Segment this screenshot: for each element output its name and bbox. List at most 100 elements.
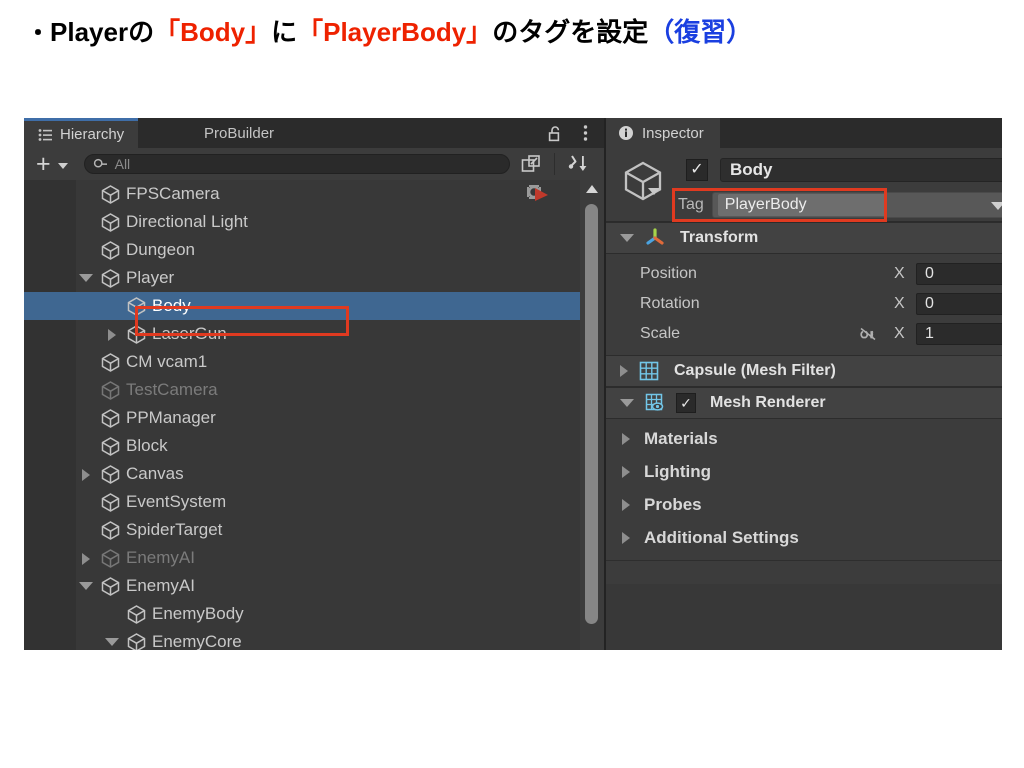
chevron-right-icon[interactable] bbox=[622, 498, 630, 511]
component-title: Mesh Renderer bbox=[710, 394, 826, 411]
lock-open-icon[interactable] bbox=[548, 125, 562, 147]
hierarchy-item-body[interactable]: Body bbox=[24, 292, 580, 320]
chevron-right-icon[interactable] bbox=[82, 469, 90, 481]
component-header-mesh-renderer[interactable]: ✓ Mesh Renderer bbox=[606, 387, 1002, 419]
hierarchy-item-label: Player bbox=[126, 268, 175, 287]
hierarchy-item-block[interactable]: Block bbox=[24, 432, 580, 460]
object-name-field[interactable]: Body bbox=[720, 158, 1002, 182]
hierarchy-item-directional-light[interactable]: Directional Light bbox=[24, 208, 580, 236]
chevron-down-icon[interactable] bbox=[620, 234, 634, 242]
chevron-right-icon[interactable] bbox=[622, 465, 630, 478]
gameobject-cube-icon bbox=[100, 240, 121, 266]
inspector-object-header: ✓ Body Tag PlayerBody bbox=[606, 148, 1002, 222]
section-probes[interactable]: Probes bbox=[606, 488, 1002, 521]
sort-hierarchy-icon[interactable] bbox=[553, 153, 589, 175]
chevron-down-icon[interactable] bbox=[79, 274, 93, 282]
title-seg-review: （復習） bbox=[648, 17, 753, 47]
gameobject-cube-icon bbox=[100, 576, 121, 602]
chevron-right-icon[interactable] bbox=[620, 365, 628, 377]
chevron-down-icon[interactable] bbox=[105, 638, 119, 646]
gameobject-cube-icon bbox=[126, 324, 147, 350]
tag-dropdown[interactable]: PlayerBody bbox=[711, 192, 1002, 218]
title-bullet: ・ bbox=[26, 20, 50, 47]
hierarchy-tabbar: Hierarchy ProBuilder bbox=[24, 118, 604, 148]
hierarchy-item-enemycore[interactable]: EnemyCore bbox=[24, 628, 580, 650]
section-label: Probes bbox=[644, 494, 702, 514]
chevron-right-icon[interactable] bbox=[622, 531, 630, 544]
hierarchy-item-enemybody[interactable]: EnemyBody bbox=[24, 600, 580, 628]
search-input[interactable]: All bbox=[83, 154, 510, 174]
chevron-right-icon[interactable] bbox=[82, 553, 90, 565]
page-title: ・Playerの「Body」に「PlayerBody」のタグを設定（復習） bbox=[26, 12, 752, 49]
mesh-renderer-enabled-checkbox[interactable]: ✓ bbox=[676, 393, 696, 413]
hierarchy-item-testcamera[interactable]: TestCamera bbox=[24, 376, 580, 404]
gameobject-cube-icon bbox=[100, 520, 121, 546]
hierarchy-item-ppmanager[interactable]: PPManager bbox=[24, 404, 580, 432]
hierarchy-item-label: Body bbox=[152, 296, 191, 315]
hierarchy-item-label: PPManager bbox=[126, 408, 216, 427]
hierarchy-item-label: Canvas bbox=[126, 464, 184, 483]
scrollbar-thumb[interactable] bbox=[585, 204, 598, 624]
tab-inspector-label: Inspector bbox=[642, 124, 704, 142]
component-body-mesh-renderer: Materials Lighting Probes Additional Set… bbox=[606, 419, 1002, 560]
prefab-warning-icon[interactable] bbox=[526, 184, 552, 209]
tab-hierarchy[interactable]: Hierarchy bbox=[24, 118, 139, 148]
hierarchy-toolbar: + All bbox=[24, 148, 604, 180]
tag-row: Tag PlayerBody bbox=[678, 192, 1002, 218]
hierarchy-item-label: EnemyCore bbox=[152, 632, 242, 650]
hierarchy-item-lasergun[interactable]: LaserGun bbox=[24, 320, 580, 348]
kebab-menu-icon[interactable] bbox=[583, 124, 588, 147]
unity-editor-screenshot: Hierarchy ProBuilder + All FPSCamera Dir… bbox=[24, 118, 1002, 650]
object-icon-dropdown-caret[interactable] bbox=[648, 188, 660, 195]
chevron-right-icon[interactable] bbox=[622, 432, 630, 445]
scroll-up-icon[interactable] bbox=[586, 185, 598, 193]
axis-label-x: X bbox=[894, 265, 905, 282]
hierarchy-item-cm-vcam1[interactable]: CM vcam1 bbox=[24, 348, 580, 376]
position-x-field[interactable]: 0 bbox=[916, 263, 1002, 285]
hierarchy-item-player[interactable]: Player bbox=[24, 264, 580, 292]
component-header-mesh-filter[interactable]: Capsule (Mesh Filter) bbox=[606, 355, 1002, 387]
chevron-down-icon bbox=[990, 202, 1002, 210]
scale-x-value: 1 bbox=[925, 325, 934, 342]
hierarchy-item-dungeon[interactable]: Dungeon bbox=[24, 236, 580, 264]
hierarchy-item-enemyai[interactable]: EnemyAI bbox=[24, 572, 580, 600]
section-lighting[interactable]: Lighting bbox=[606, 455, 1002, 488]
tree-row-list: FPSCamera Directional Light Dungeon Player B… bbox=[24, 180, 580, 650]
hierarchy-item-enemyai[interactable]: EnemyAI bbox=[24, 544, 580, 572]
link-broken-icon[interactable] bbox=[858, 326, 878, 347]
chevron-down-icon[interactable] bbox=[620, 399, 634, 407]
tag-value: PlayerBody bbox=[717, 194, 886, 216]
hierarchy-tree[interactable]: FPSCamera Directional Light Dungeon Player B… bbox=[24, 180, 604, 650]
hierarchy-scrollbar[interactable] bbox=[580, 180, 604, 650]
hierarchy-item-fpscamera[interactable]: FPSCamera bbox=[24, 180, 580, 208]
tab-probuilder[interactable]: ProBuilder bbox=[190, 118, 288, 148]
section-materials[interactable]: Materials bbox=[606, 422, 1002, 455]
create-object-button[interactable]: + bbox=[32, 152, 72, 177]
gameobject-cube-icon bbox=[100, 352, 121, 378]
component-body-transform: Position X 0 Rotation X 0 Scale X 1 bbox=[606, 254, 1002, 355]
scale-x-field[interactable]: 1 bbox=[916, 323, 1002, 345]
chevron-right-icon[interactable] bbox=[108, 329, 116, 341]
object-enabled-checkbox[interactable]: ✓ bbox=[686, 159, 708, 181]
tab-inspector[interactable]: Inspector bbox=[606, 118, 720, 148]
section-label: Additional Settings bbox=[644, 527, 799, 547]
hierarchy-item-canvas[interactable]: Canvas bbox=[24, 460, 580, 488]
chevron-down-icon[interactable] bbox=[79, 582, 93, 590]
object-name-value: Body bbox=[730, 160, 773, 179]
rotation-x-field[interactable]: 0 bbox=[916, 293, 1002, 315]
hierarchy-item-label: Dungeon bbox=[126, 240, 196, 259]
component-header-transform[interactable]: Transform bbox=[606, 222, 1002, 254]
hierarchy-item-spidertarget[interactable]: SpiderTarget bbox=[24, 516, 580, 544]
gameobject-cube-icon bbox=[126, 296, 147, 322]
section-additional-settings[interactable]: Additional Settings bbox=[606, 521, 1002, 554]
hierarchy-item-eventsystem[interactable]: EventSystem bbox=[24, 488, 580, 516]
inspector-footer-divider bbox=[606, 560, 1002, 584]
mesh-renderer-icon bbox=[644, 392, 666, 414]
gameobject-cube-icon bbox=[100, 408, 121, 434]
gameobject-cube-icon bbox=[100, 380, 121, 406]
hierarchy-item-label: LaserGun bbox=[152, 324, 227, 343]
section-label: Materials bbox=[644, 428, 718, 448]
title-seg-tag: のタグを設定 bbox=[492, 17, 649, 47]
hierarchy-item-label: EventSystem bbox=[126, 492, 227, 511]
open-in-new-icon[interactable] bbox=[520, 153, 542, 175]
